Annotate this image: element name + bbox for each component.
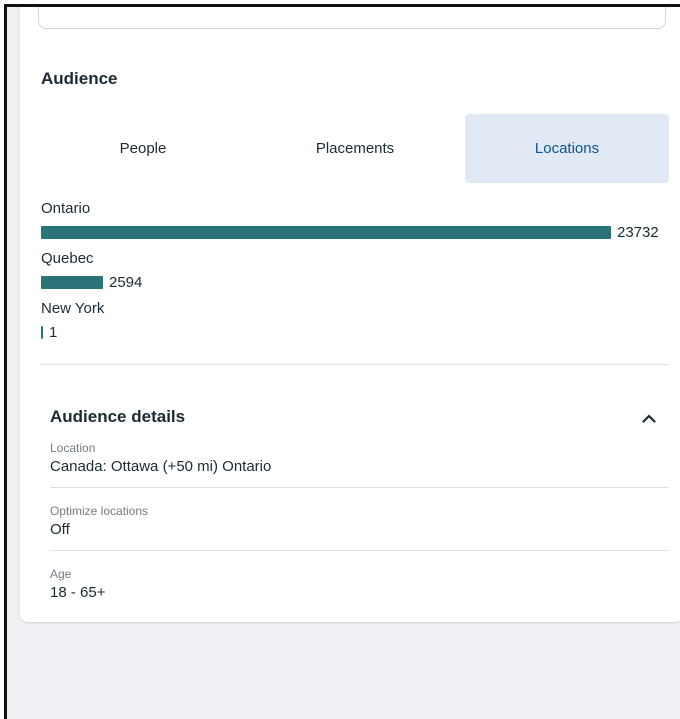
bar-row: 1 [41,323,58,341]
audience-tabs: People Placements Locations [41,114,669,184]
field-value: Canada: Ottawa (+50 mi) Ontario [50,458,272,475]
location-value: 2594 [109,273,143,291]
location-name: Quebec [41,250,94,267]
section-divider [41,364,669,365]
bar-row: 2594 [41,273,143,291]
location-value: 23732 [617,223,659,241]
age-field: Age 18 - 65+ [50,567,105,601]
location-bar-item: Quebec 2594 [41,250,680,300]
location-bar-item: New York 1 [41,300,680,350]
tab-locations[interactable]: Locations [465,114,669,183]
app-frame: Audience People Placements Locations Ont… [4,4,680,719]
location-name: Ontario [41,200,91,217]
section-title: Audience [41,69,118,88]
location-bar [41,325,43,339]
location-bar-item: Ontario 23732 [41,200,680,250]
optimize-locations-field: Optimize locations Off [50,504,148,538]
audience-card: Audience People Placements Locations Ont… [20,7,680,622]
location-bar [41,225,611,239]
location-value: 1 [49,323,58,341]
field-label: Location [50,441,96,455]
previous-section-box [38,7,666,29]
location-name: New York [41,300,105,317]
field-label: Age [50,567,72,581]
location-bar [41,275,103,289]
tab-people[interactable]: People [41,114,245,183]
chevron-up-icon[interactable] [638,407,660,429]
field-label: Optimize locations [50,504,149,518]
audience-details-title: Audience details [50,407,186,426]
field-divider [50,550,669,551]
field-value: 18 - 65+ [50,584,106,601]
location-field: Location Canada: Ottawa (+50 mi) Ontario [50,441,271,475]
field-divider [50,487,669,488]
tab-placements[interactable]: Placements [253,114,457,183]
location-bar-list: Ontario 23732 Quebec 2594 New York 1 [41,200,680,350]
field-value: Off [50,521,70,538]
bar-row: 23732 [41,223,659,241]
